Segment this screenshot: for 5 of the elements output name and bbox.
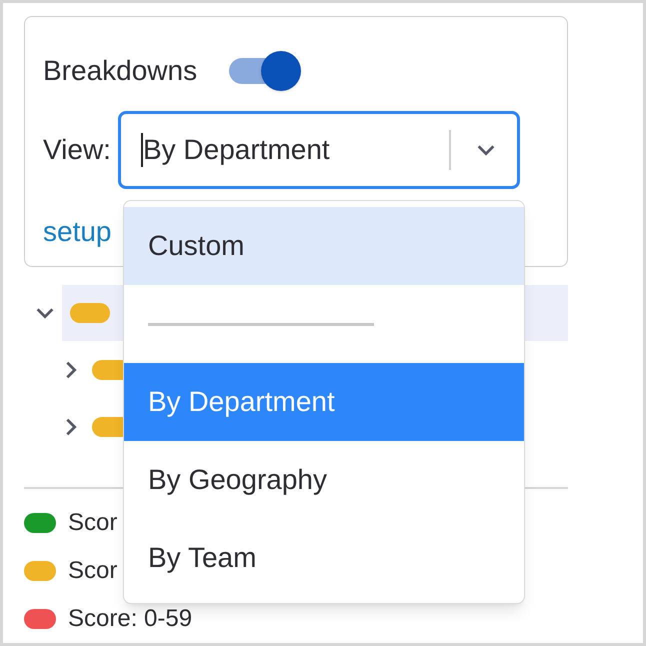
legend-label: Scor — [68, 556, 118, 586]
legend-label: Score: 0-59 — [68, 604, 192, 634]
legend-label: Scor — [68, 508, 118, 538]
breakdowns-label: Breakdowns — [43, 54, 198, 88]
view-label: View: — [43, 133, 111, 167]
